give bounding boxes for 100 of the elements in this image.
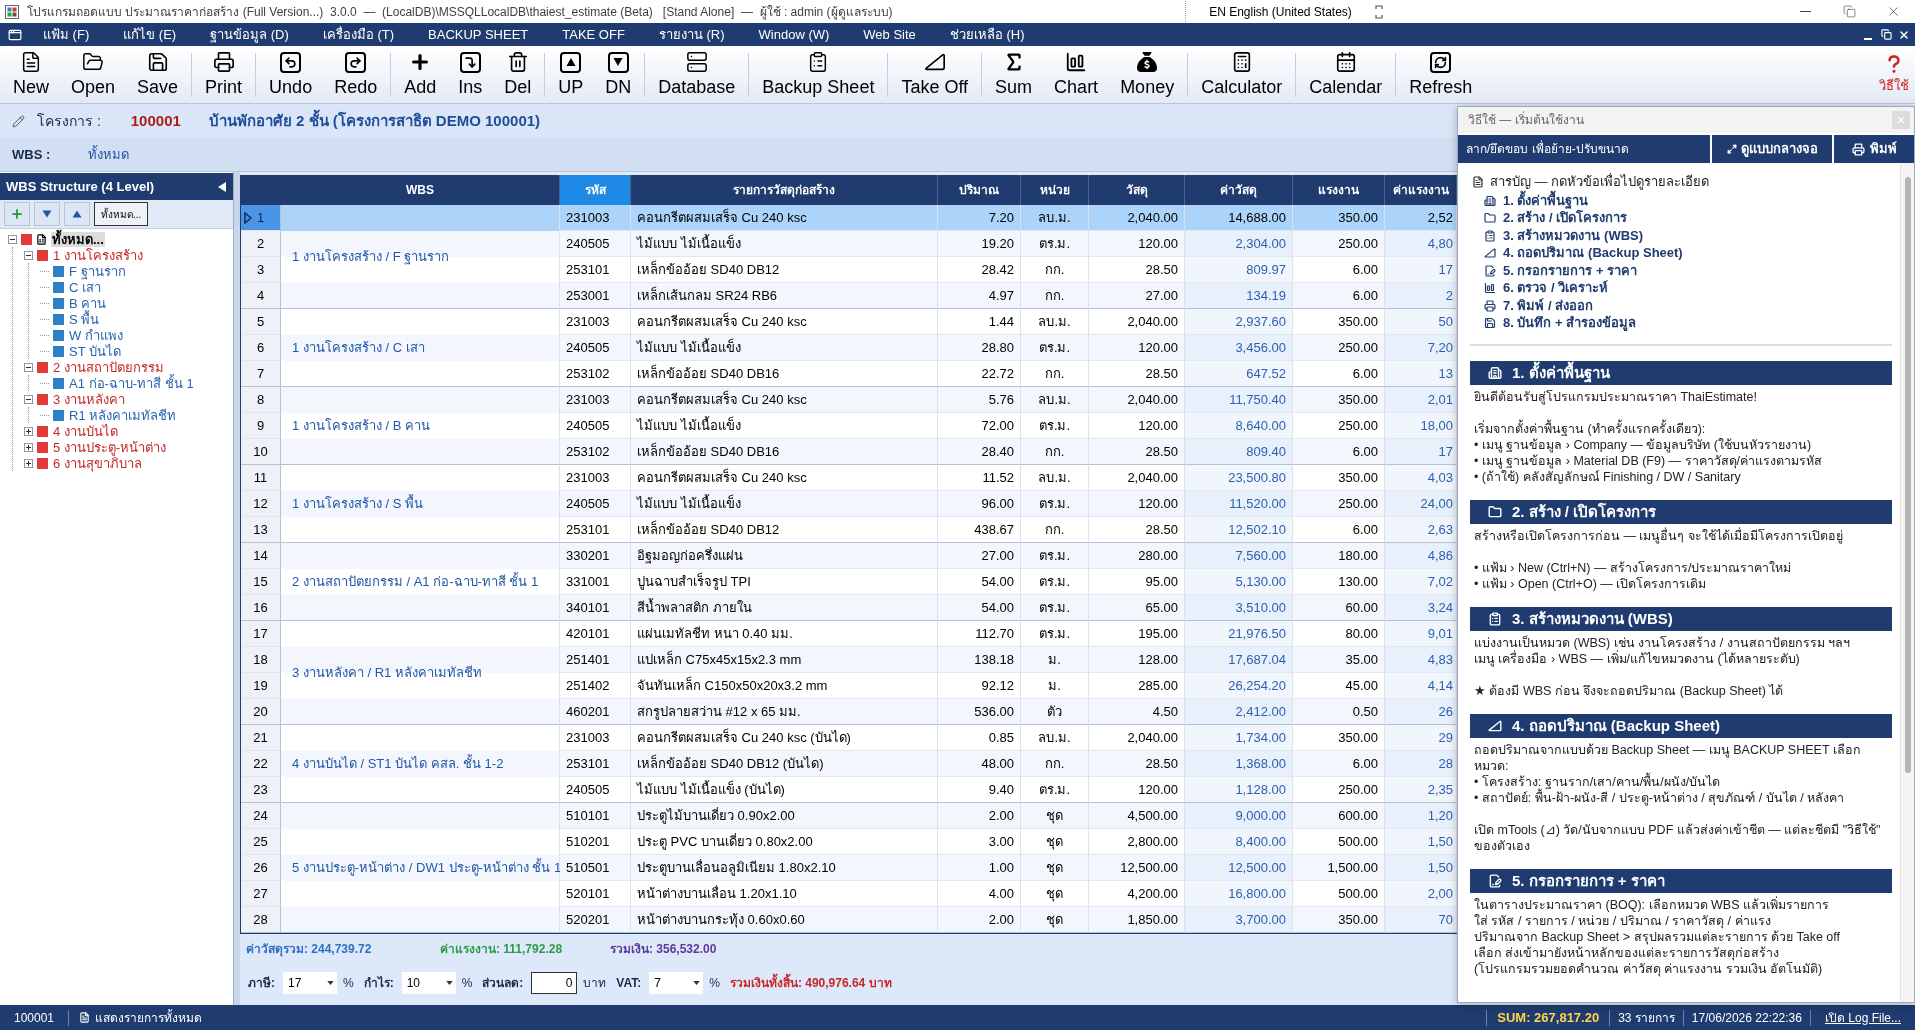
tree-item[interactable]: A1 ก่อ-ฉาบ-ทาสี ชั้น 1 bbox=[68, 375, 195, 391]
row-header[interactable]: 14 bbox=[241, 543, 281, 569]
row-header[interactable]: 28 bbox=[241, 907, 281, 933]
toolbar-button[interactable]: Save bbox=[126, 46, 190, 103]
tree-item[interactable]: B คาน bbox=[68, 295, 108, 311]
expand-icon[interactable] bbox=[24, 458, 33, 468]
tree-item[interactable]: W กำแพง bbox=[68, 327, 124, 343]
row-header[interactable]: 25 bbox=[241, 829, 281, 855]
toolbar-button[interactable]: Calendar bbox=[1298, 46, 1394, 103]
tree-item[interactable]: ทั้งหมด... bbox=[51, 231, 105, 247]
tree-item[interactable]: 5 งานประตู-หน้าต่าง bbox=[52, 439, 168, 455]
row-header[interactable]: 21 bbox=[241, 725, 281, 751]
menu-item[interactable]: Web Site bbox=[846, 23, 933, 46]
menu-item[interactable]: แก้ไข (E) bbox=[106, 23, 194, 46]
toolbar-button[interactable]: Refresh bbox=[1398, 46, 1484, 103]
toolbar-button[interactable]: Add bbox=[393, 46, 448, 103]
toolbar-button[interactable]: Calculator bbox=[1190, 46, 1294, 103]
row-header[interactable]: 23 bbox=[241, 777, 281, 803]
collapse-icon[interactable] bbox=[24, 362, 33, 372]
menu-item[interactable]: รายงาน (R) bbox=[641, 23, 742, 46]
toolbar-button[interactable]: Chart bbox=[1043, 46, 1110, 103]
input-field[interactable]: 0 bbox=[531, 972, 578, 994]
toolbar-button[interactable]: Print bbox=[194, 46, 254, 103]
collapse-icon[interactable] bbox=[8, 234, 17, 244]
row-header[interactable]: 13 bbox=[241, 517, 281, 543]
toc-link[interactable]: 8. บันทึก + สำรองข้อมูล bbox=[1484, 314, 1892, 332]
toolbar-button[interactable]: Take Off bbox=[890, 46, 980, 103]
row-header[interactable]: 15 bbox=[241, 569, 281, 595]
row-header[interactable]: 27 bbox=[241, 881, 281, 907]
dropdown[interactable]: 7 bbox=[649, 972, 704, 994]
menu-item[interactable]: BACKUP SHEET bbox=[411, 23, 546, 46]
toolbar-button[interactable]: New bbox=[2, 46, 60, 103]
expand-icon[interactable] bbox=[24, 426, 33, 436]
show-all-button[interactable]: ทั้งหมด... bbox=[94, 202, 149, 226]
log-file-link[interactable]: เปิด Log File... bbox=[1824, 1008, 1901, 1027]
center-view-button[interactable]: ดูแบบกลางจอ bbox=[1710, 135, 1832, 163]
tree-item[interactable]: 4 งานบันได bbox=[52, 423, 119, 439]
row-header[interactable]: 3 bbox=[241, 257, 281, 283]
toolbar-button[interactable]: Del bbox=[493, 46, 543, 103]
row-header[interactable]: 20 bbox=[241, 699, 281, 725]
dropdown[interactable]: 10 bbox=[401, 972, 456, 994]
row-header[interactable]: 18 bbox=[241, 647, 281, 673]
toc-link[interactable]: 3. สร้างหมวดงาน (WBS) bbox=[1484, 227, 1892, 245]
toolbar-button[interactable]: Sum bbox=[984, 46, 1044, 103]
toolbar-button[interactable]: Undo bbox=[258, 46, 324, 103]
menu-item[interactable]: ฐานข้อมูล (D) bbox=[193, 23, 306, 46]
toc-link[interactable]: 2. สร้าง / เปิดโครงการ bbox=[1484, 209, 1892, 227]
row-header[interactable]: 1 bbox=[241, 205, 281, 231]
row-header[interactable]: 16 bbox=[241, 595, 281, 621]
tree-item[interactable]: 1 งานโครงสร้าง bbox=[52, 247, 144, 263]
move-up-button[interactable] bbox=[64, 202, 90, 226]
menu-item[interactable]: เครื่องมือ (T) bbox=[305, 23, 412, 46]
toolbar-button[interactable]: Database bbox=[647, 46, 747, 103]
menu-item[interactable]: Window (W) bbox=[741, 23, 847, 46]
row-header[interactable]: 12 bbox=[241, 491, 281, 517]
collapse-icon[interactable] bbox=[24, 394, 33, 404]
toolbar-button[interactable]: Backup Sheet bbox=[751, 46, 886, 103]
menu-item[interactable]: ช่วยเหลือ (H) bbox=[932, 23, 1042, 46]
row-header[interactable]: 8 bbox=[241, 387, 281, 413]
scrollbar-thumb[interactable] bbox=[1904, 177, 1911, 773]
toolbar-button[interactable]: DN bbox=[594, 46, 643, 103]
window-icon[interactable] bbox=[8, 27, 22, 42]
tree-item[interactable]: ST บันได bbox=[68, 343, 122, 359]
move-down-button[interactable] bbox=[34, 202, 60, 226]
add-node-button[interactable] bbox=[4, 202, 30, 226]
row-header[interactable]: 7 bbox=[241, 361, 281, 387]
row-header[interactable]: 2 bbox=[241, 231, 281, 257]
toc-link[interactable]: 1. ตั้งค่าพื้นฐาน bbox=[1484, 192, 1892, 210]
tree-item[interactable]: R1 หลังคาเมทัลชีท bbox=[68, 407, 178, 423]
toolbar-button[interactable]: Redo bbox=[323, 46, 389, 103]
collapse-panel-icon[interactable] bbox=[217, 180, 227, 193]
row-header[interactable]: 17 bbox=[241, 621, 281, 647]
row-header[interactable]: 4 bbox=[241, 283, 281, 309]
toc-link[interactable]: 7. พิมพ์ / ส่งออก bbox=[1484, 297, 1892, 315]
menu-item[interactable]: แฟ้ม (F) bbox=[26, 23, 107, 46]
row-header[interactable]: 6 bbox=[241, 335, 281, 361]
row-header[interactable]: 26 bbox=[241, 855, 281, 881]
row-header[interactable]: 22 bbox=[241, 751, 281, 777]
toc-link[interactable]: 5. กรอกรายการ + ราคา bbox=[1484, 262, 1892, 280]
toc-link[interactable]: 4. ถอดปริมาณ (Backup Sheet) bbox=[1484, 244, 1892, 262]
help-button[interactable]: วิธีใช้ bbox=[1873, 46, 1915, 103]
tree-item[interactable]: C เสา bbox=[68, 279, 102, 295]
expand-icon[interactable] bbox=[24, 442, 33, 452]
row-header[interactable]: 5 bbox=[241, 309, 281, 335]
toolbar-button[interactable]: Open bbox=[60, 46, 127, 103]
row-header[interactable]: 10 bbox=[241, 439, 281, 465]
toc-link[interactable]: 6. ตรวจ / วิเคราะห์ bbox=[1484, 279, 1892, 297]
menu-item[interactable]: TAKE OFF bbox=[545, 23, 642, 46]
toolbar-button[interactable]: Ins bbox=[447, 46, 494, 103]
row-header[interactable]: 9 bbox=[241, 413, 281, 439]
tree-item[interactable]: 3 งานหลังคา bbox=[52, 391, 126, 407]
row-header[interactable]: 19 bbox=[241, 673, 281, 699]
tree-item[interactable]: S พื้น bbox=[68, 311, 101, 327]
column-header[interactable]: รหัส bbox=[560, 175, 631, 205]
row-header[interactable]: 24 bbox=[241, 803, 281, 829]
toolbar-button[interactable]: Money bbox=[1109, 46, 1186, 103]
collapse-icon[interactable] bbox=[24, 250, 33, 260]
tree-item[interactable]: F ฐานราก bbox=[68, 263, 127, 279]
dropdown[interactable]: 17 bbox=[283, 972, 337, 994]
tree-item[interactable]: 6 งานสุขาภิบาล bbox=[52, 455, 143, 471]
